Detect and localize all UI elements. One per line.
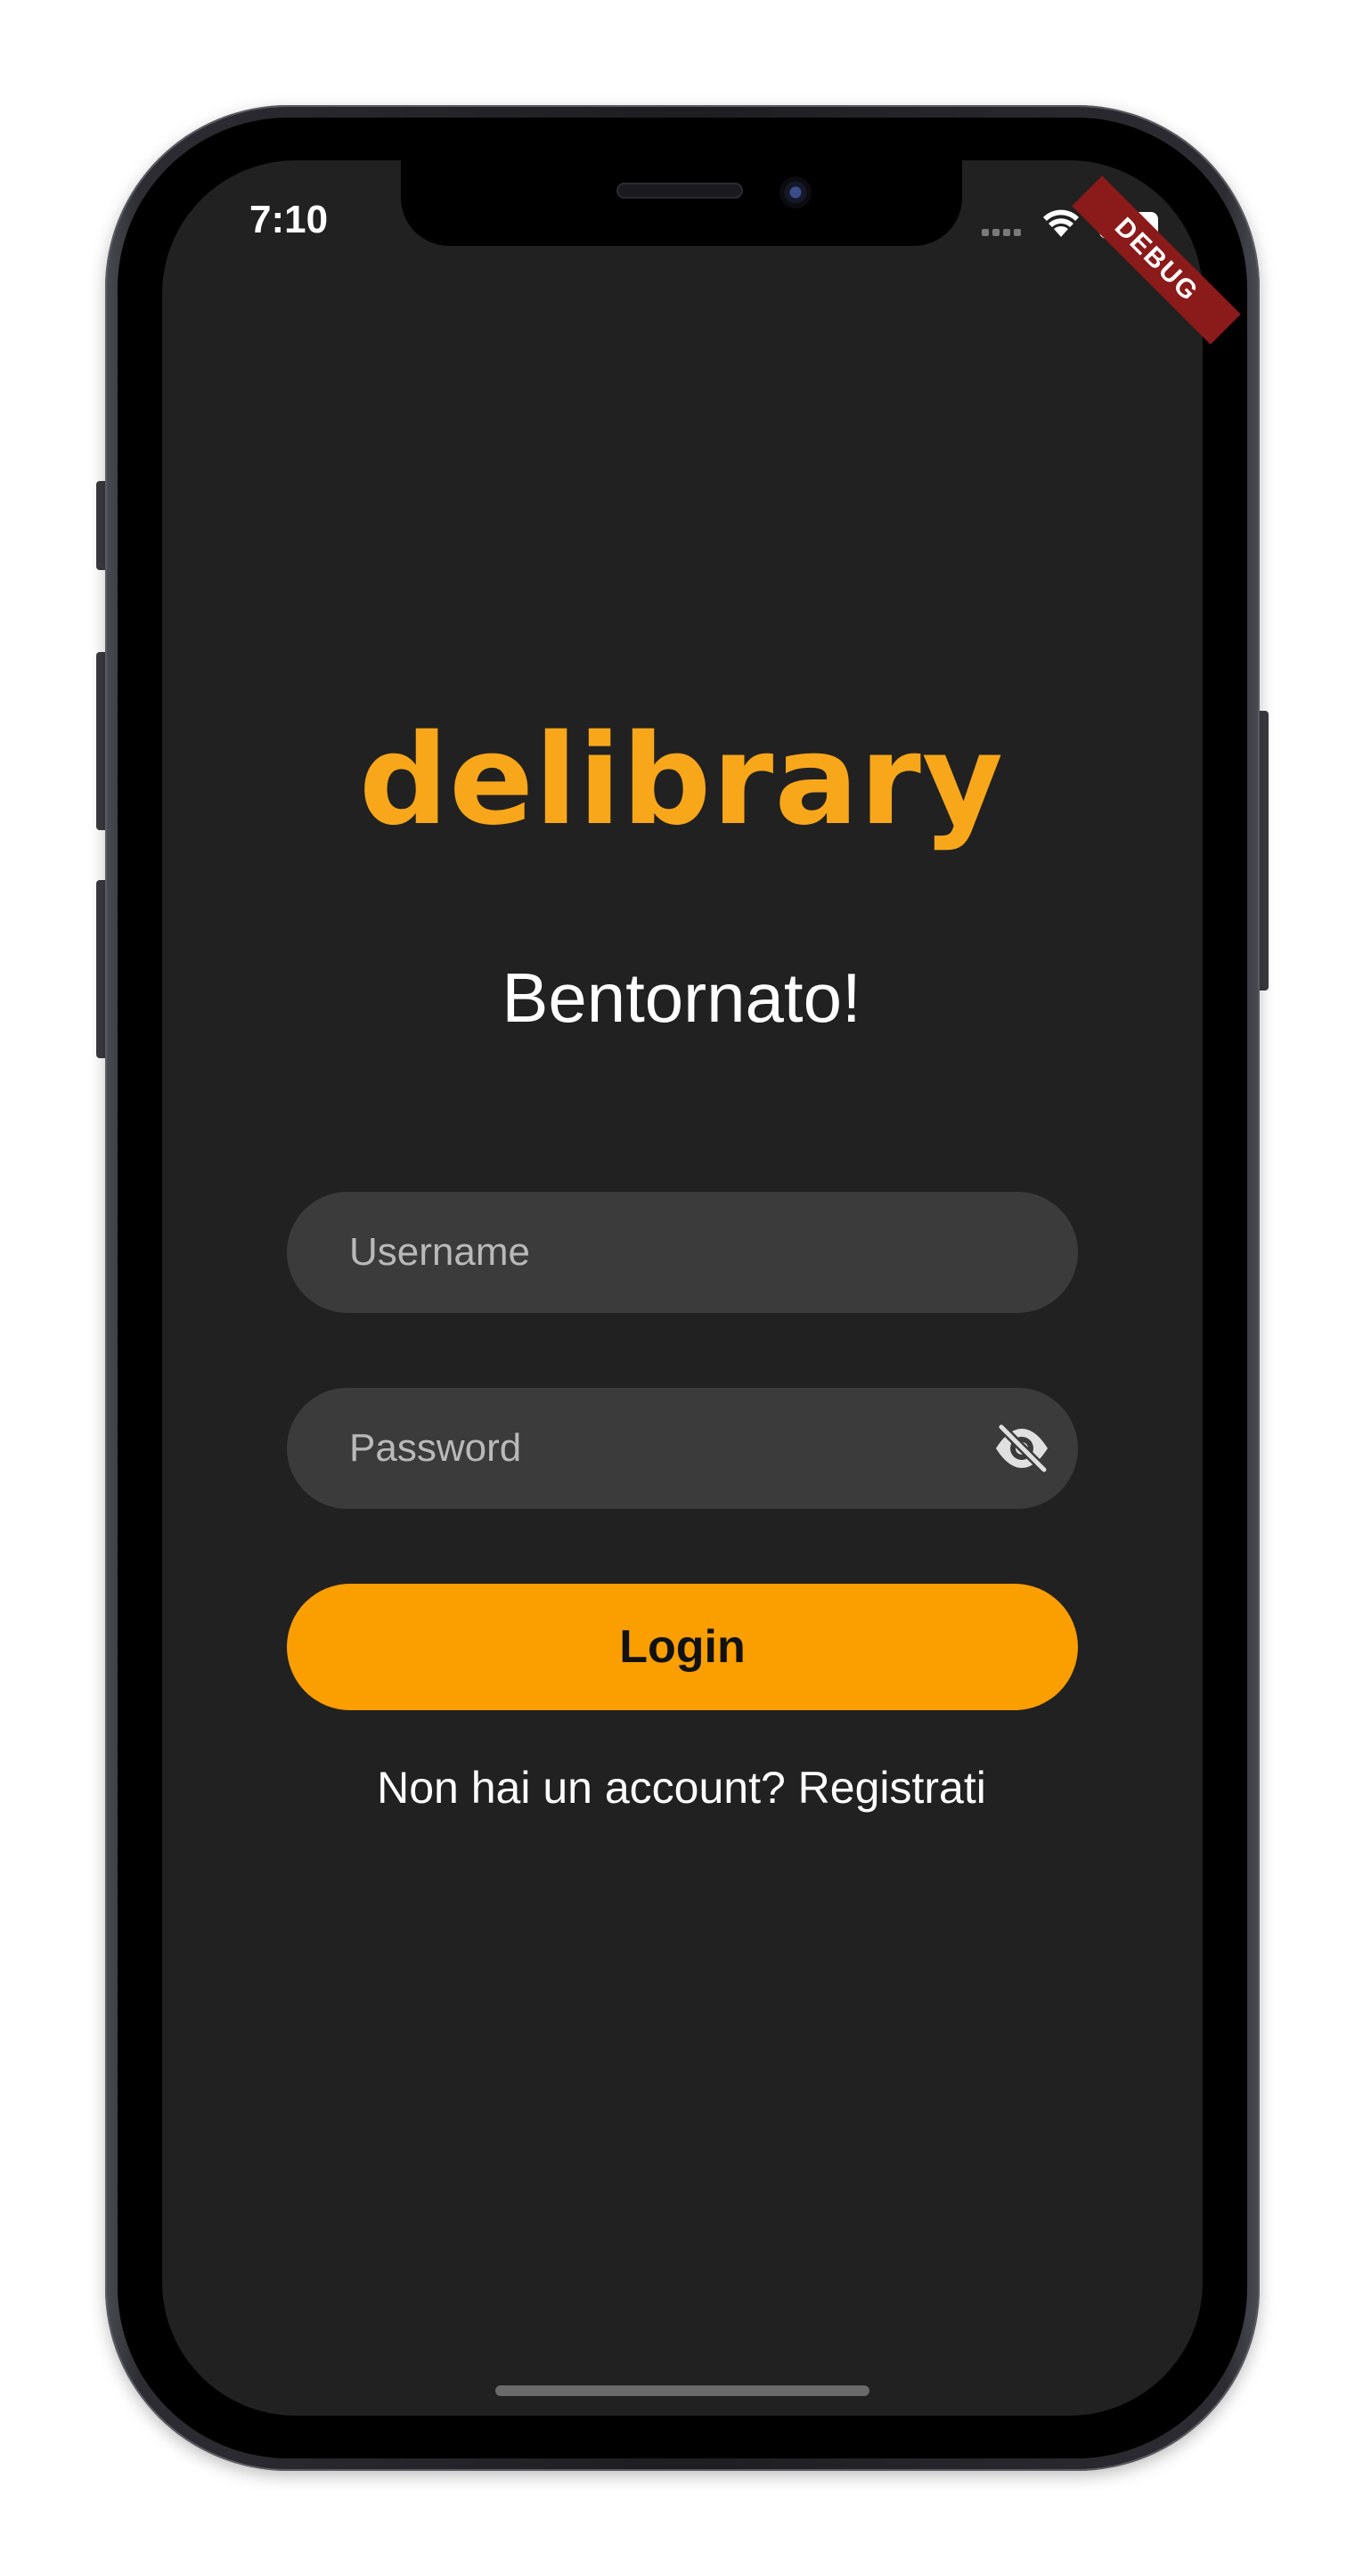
notch [401, 160, 962, 246]
password-field[interactable] [287, 1388, 1078, 1509]
register-link[interactable]: Non hai un account? Registrati [0, 1762, 1363, 1814]
wifi-icon [1041, 207, 1081, 243]
welcome-heading: Bentornato! [502, 958, 861, 1037]
front-camera [779, 176, 812, 208]
login-button[interactable]: Login [287, 1584, 1078, 1710]
app-logo: delibrary [358, 708, 1005, 853]
username-input[interactable] [349, 1192, 955, 1313]
username-field[interactable] [287, 1192, 1078, 1313]
cellular-signal-icon [982, 224, 1024, 240]
home-indicator[interactable] [495, 2385, 869, 2396]
password-input[interactable] [349, 1388, 955, 1509]
speaker-grille [616, 183, 743, 199]
device-mockup: 7:10 DEBUG delibrary Bentornato! Usernam… [0, 0, 1363, 2576]
status-time: 7:10 [249, 198, 329, 241]
eye-off-icon[interactable] [992, 1422, 1051, 1475]
